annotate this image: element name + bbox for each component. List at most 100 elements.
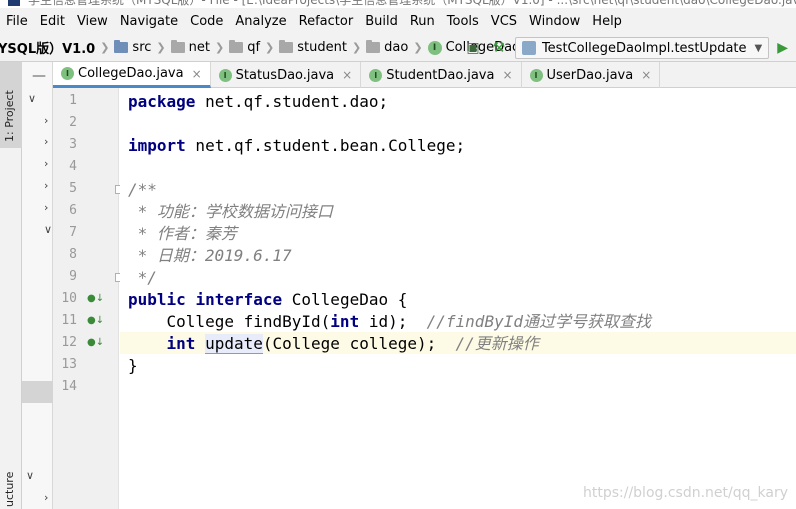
tab-statusdao[interactable]: I StatusDao.java × [211, 62, 362, 88]
chevron-right-icon: ❯ [214, 41, 225, 54]
chevron-right-icon: ❯ [156, 41, 166, 54]
interface-icon: I [61, 67, 74, 80]
menu-file[interactable]: File [6, 14, 28, 29]
menu-bar: File Edit View Navigate Code Analyze Ref… [0, 8, 796, 34]
nav-toolbar: ▣ ⚒ TestCollegeDaoImpl.testUpdate ▼ ▶ [463, 37, 788, 59]
breadcrumb-qf[interactable]: qf [247, 40, 260, 55]
menu-tools[interactable]: Tools [447, 14, 479, 29]
line-number: 11 [61, 313, 77, 328]
code-line: public interface CollegeDao { [128, 289, 407, 311]
keyword: interface [195, 290, 283, 309]
menu-edit[interactable]: Edit [40, 14, 65, 29]
terminal-icon[interactable]: ▣ [463, 38, 483, 58]
chevron-down-icon[interactable]: ∨ [28, 92, 36, 105]
code-editor[interactable]: package net.qf.student.dao; import net.q… [120, 88, 796, 509]
menu-refactor[interactable]: Refactor [299, 14, 354, 29]
left-tool-strip: 1: Project ucture [0, 62, 22, 509]
chevron-right-icon: ❯ [265, 41, 275, 54]
menu-build[interactable]: Build [365, 14, 398, 29]
doc-comment-line: * 作者：秦芳 [128, 224, 237, 243]
doc-comment-line: * 日期：2019.6.17 [128, 246, 292, 265]
tree-selected-row[interactable] [22, 381, 53, 403]
menu-run[interactable]: Run [410, 14, 435, 29]
chevron-down-icon[interactable]: ∨ [44, 223, 52, 236]
keyword: import [128, 136, 186, 155]
code-text: net.qf.student.bean.College; [185, 136, 466, 155]
code-line: } [128, 356, 138, 375]
navigation-bar: YSQL版）V1.0 ❯ src ❯ net ❯ qf ❯ student ❯ … [0, 34, 796, 62]
implemented-marker-icon[interactable]: ●↓ [87, 315, 104, 326]
breadcrumb-net[interactable]: net [189, 40, 210, 55]
structure-tool-label: ucture [3, 471, 16, 507]
run-icon[interactable]: ▶ [777, 40, 788, 56]
tab-label: StatusDao.java [235, 67, 335, 83]
source-folder-icon [114, 40, 129, 53]
menu-analyze[interactable]: Analyze [235, 14, 286, 29]
keyword: int [166, 334, 196, 353]
run-configuration-selector[interactable]: TestCollegeDaoImpl.testUpdate ▼ [514, 37, 770, 59]
breadcrumb-dao[interactable]: dao [384, 40, 408, 55]
tab-collegedao[interactable]: I CollegeDao.java × [53, 62, 211, 88]
project-tool-tab[interactable]: 1: Project [0, 62, 22, 148]
junit-config-icon [521, 41, 536, 55]
breadcrumb-src[interactable]: src [132, 40, 151, 55]
package-icon [366, 40, 381, 53]
breadcrumb-student[interactable]: student [297, 40, 347, 55]
interface-icon: I [369, 68, 383, 82]
chevron-down-icon[interactable]: ∨ [26, 469, 34, 482]
tab-label: CollegeDao.java [78, 66, 184, 81]
chevron-right-icon[interactable]: › [44, 157, 48, 170]
code-text: College findById( [128, 312, 331, 331]
interface-icon: I [218, 68, 232, 82]
close-icon[interactable]: × [342, 68, 352, 82]
interface-icon: I [529, 68, 543, 82]
menu-view[interactable]: View [77, 14, 108, 29]
menu-code[interactable]: Code [190, 14, 223, 29]
project-panel: — ∨ › › › › › ∨ ∨ › [22, 62, 53, 509]
chevron-right-icon[interactable]: › [44, 491, 48, 504]
chevron-right-icon: ❯ [413, 41, 423, 54]
breadcrumb: YSQL版）V1.0 ❯ src ❯ net ❯ qf ❯ student ❯ … [0, 38, 520, 57]
chevron-right-icon[interactable]: › [44, 201, 48, 214]
line-number: 5 [69, 181, 77, 196]
editor-gutter[interactable]: 1 2 3 4 5 6 7 8 9 10 11 12 13 14 ●↓ ●↓ ●… [53, 88, 124, 509]
code-line: package net.qf.student.dao; [128, 91, 388, 113]
tab-userdao[interactable]: I UserDao.java × [522, 62, 661, 88]
close-icon[interactable]: × [502, 68, 512, 82]
code-text: CollegeDao { [282, 290, 408, 309]
tab-studentdao[interactable]: I StudentDao.java × [361, 62, 522, 88]
tab-label: UserDao.java [546, 67, 634, 83]
keyword: package [128, 92, 196, 111]
package-icon [279, 40, 294, 53]
menu-navigate[interactable]: Navigate [120, 14, 178, 29]
chevron-right-icon: ❯ [100, 41, 110, 54]
tab-label: StudentDao.java [386, 67, 495, 83]
close-icon[interactable]: × [192, 67, 202, 81]
keyword: public [128, 290, 186, 309]
chevron-down-icon: ▼ [754, 42, 763, 54]
line-comment: //更新操作 [455, 334, 539, 353]
menu-window[interactable]: Window [529, 14, 580, 29]
line-number: 13 [61, 357, 77, 372]
collapse-panel-icon[interactable]: — [32, 68, 46, 84]
line-number: 1 [69, 93, 77, 108]
line-number: 3 [69, 137, 77, 152]
window-title: 学生信息管理系统（MYSQL版）- File - [E:\IdeaProject… [28, 0, 796, 7]
menu-help[interactable]: Help [592, 14, 622, 29]
line-number: 14 [61, 379, 77, 394]
line-comment: //findById通过学号获取查找 [426, 312, 651, 331]
close-icon[interactable]: × [641, 68, 651, 82]
chevron-right-icon[interactable]: › [44, 179, 48, 192]
breadcrumb-project[interactable]: YSQL版）V1.0 [0, 38, 95, 57]
interface-icon: I [427, 40, 442, 55]
build-hammer-icon[interactable]: ⚒ [489, 38, 509, 58]
implemented-marker-icon[interactable]: ●↓ [87, 293, 104, 304]
keyword: int [330, 312, 360, 331]
chevron-right-icon[interactable]: › [44, 114, 48, 127]
chevron-right-icon[interactable]: › [44, 135, 48, 148]
menu-vcs[interactable]: VCS [491, 14, 517, 29]
code-text: net.qf.student.dao; [195, 92, 389, 111]
implemented-marker-icon[interactable]: ●↓ [87, 337, 104, 348]
chevron-right-icon: ❯ [351, 41, 362, 54]
